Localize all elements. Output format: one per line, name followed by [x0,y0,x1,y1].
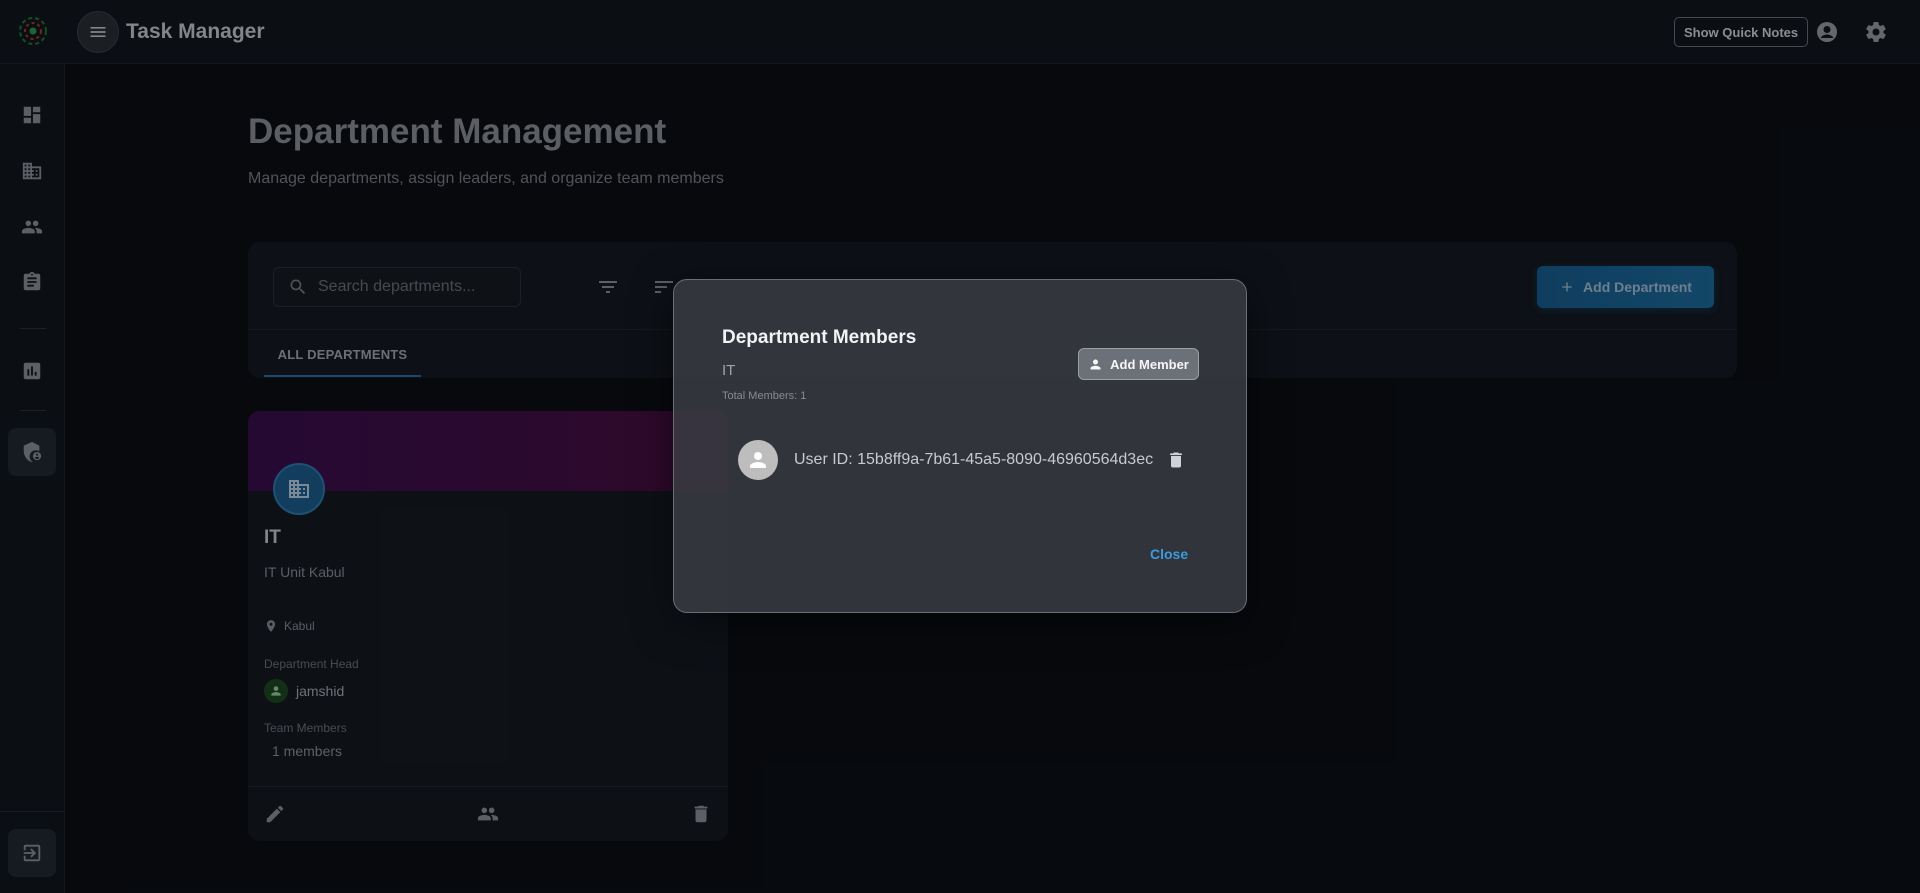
member-user-id: User ID: 15b8ff9a-7b61-45a5-8090-4696056… [794,451,1154,468]
trash-icon [1170,452,1182,468]
dialog-department-name: IT [722,362,736,379]
remove-member-button[interactable] [1164,448,1188,472]
avatar [738,440,778,480]
add-member-button[interactable]: Add Member [1078,348,1199,380]
department-members-dialog: Department Members IT Total Members: 1 A… [673,279,1247,613]
close-button[interactable]: Close [1144,542,1194,566]
list-item: User ID: 15b8ff9a-7b61-45a5-8090-4696056… [738,440,1188,480]
add-member-label: Add Member [1110,356,1189,372]
person-icon [1090,359,1101,369]
total-members: Total Members: 1 [722,390,807,402]
person-icon [750,452,766,468]
dialog-title: Department Members [722,327,917,348]
